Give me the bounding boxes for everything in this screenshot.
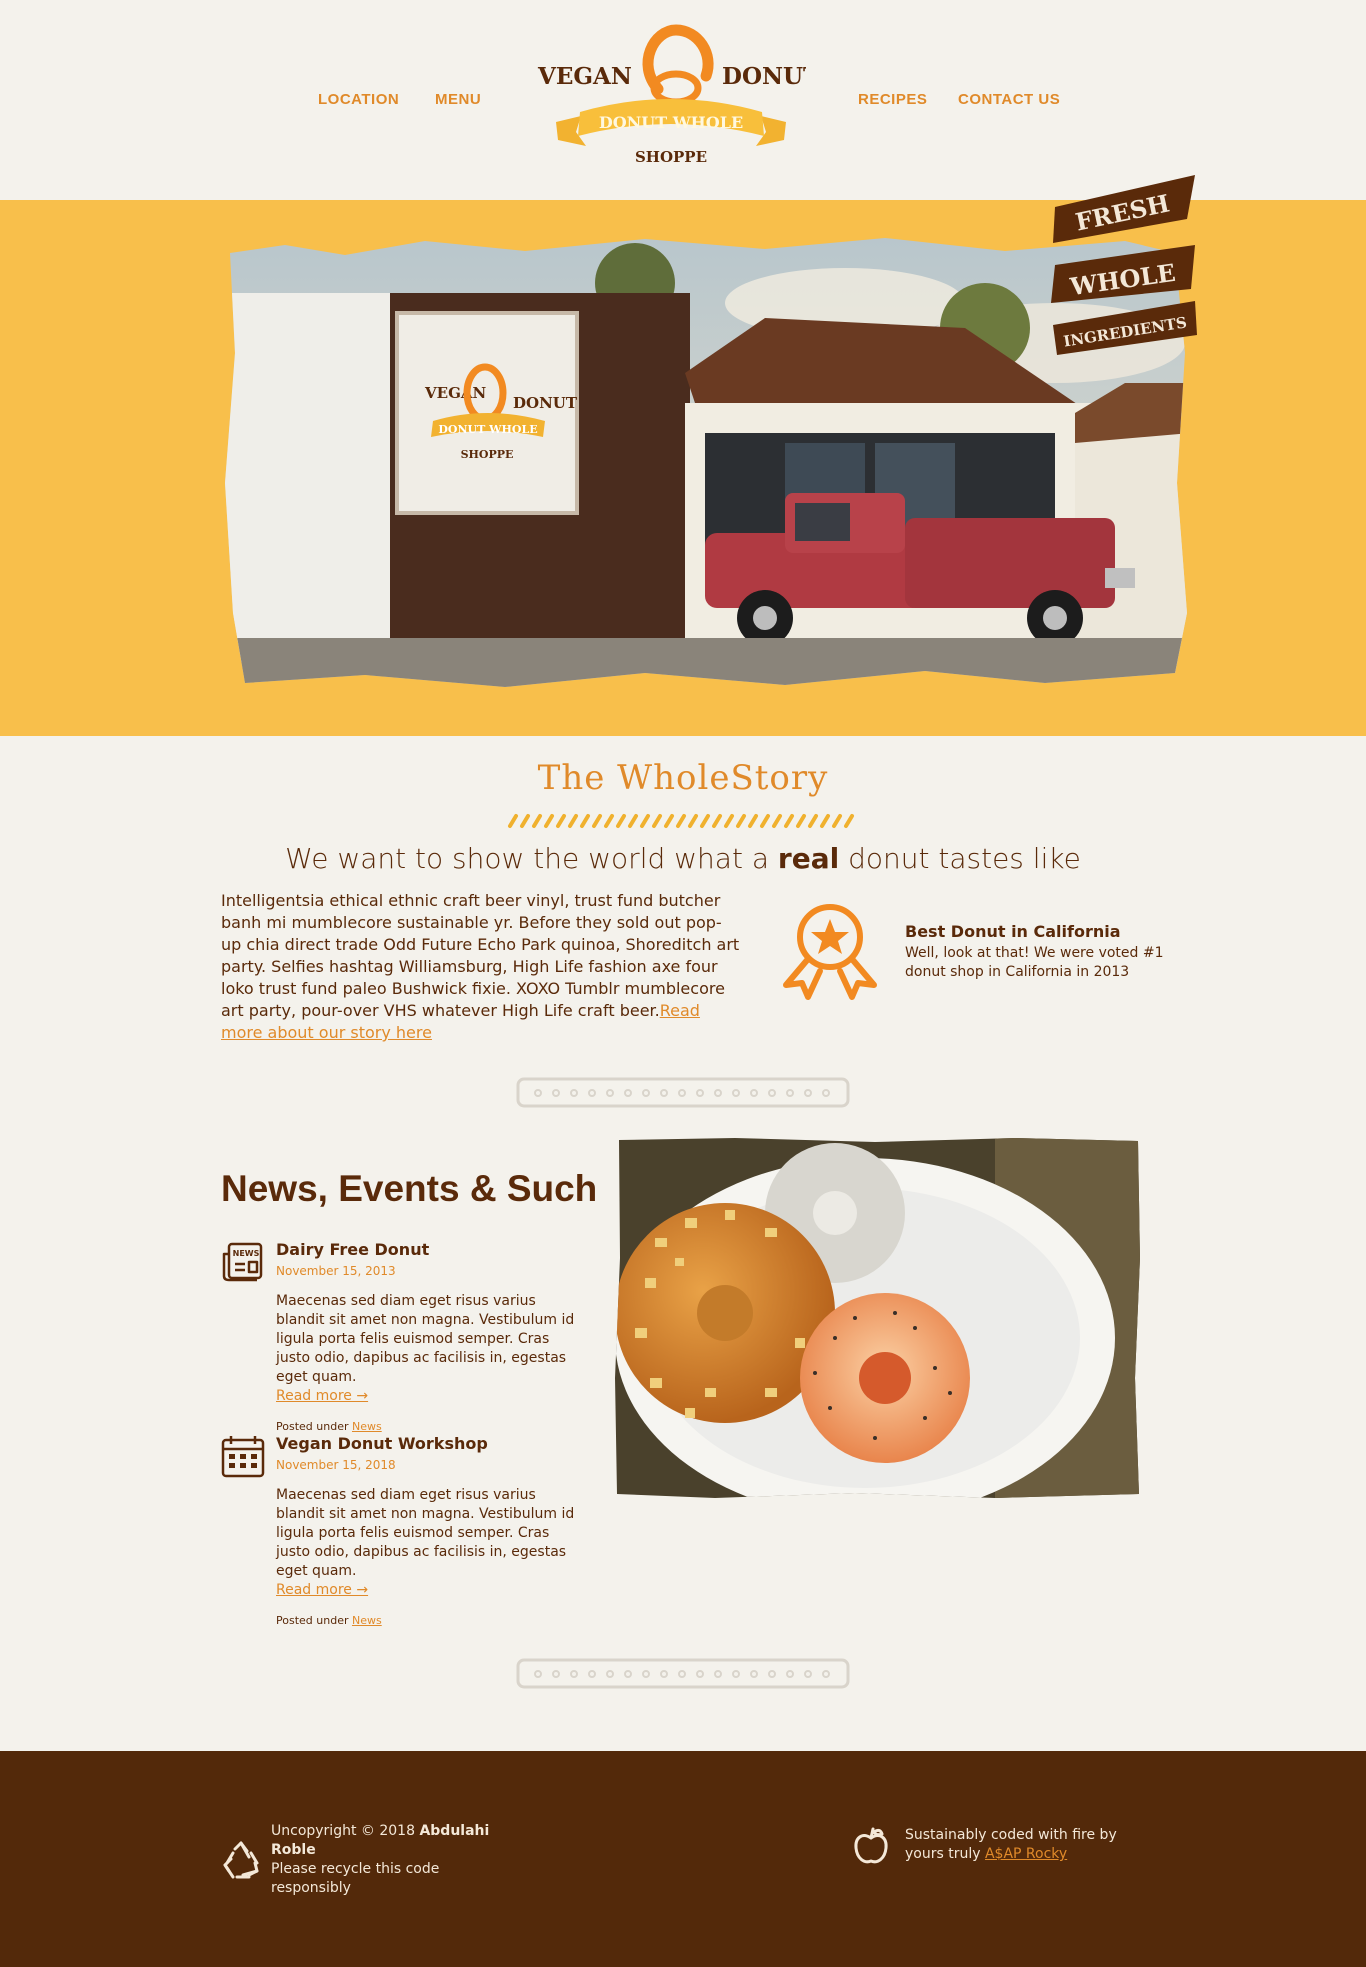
section-divider <box>516 1076 850 1110</box>
tagline-bold: real <box>777 842 840 875</box>
news-category-link[interactable]: News <box>352 1420 382 1433</box>
story-tagline: We want to show the world what a real do… <box>0 842 1366 875</box>
donuts-photo <box>615 1138 1140 1498</box>
award-title: Best Donut in California <box>905 922 1121 941</box>
site-header: LOCATION MENU VEGAN DONUT DONUT WHOLE SH… <box>0 0 1366 200</box>
copyright-text: Uncopyright © 2018 <box>271 1823 420 1839</box>
news-category-link[interactable]: News <box>352 1614 382 1627</box>
news-heading: News, Events & Such <box>221 1168 598 1209</box>
fresh-whole-ingredients-badge: FRESH WHOLE INGREDIENTS <box>1045 175 1205 375</box>
logo-vegan-text: VEGAN <box>537 63 632 90</box>
recycle-icon <box>221 1841 261 1881</box>
recycle-note: Please recycle this code responsibly <box>271 1861 440 1896</box>
news-item-read-more[interactable]: Read more → <box>276 1387 586 1406</box>
logo-donut-text: DONUT <box>722 63 806 90</box>
footer-copyright: Uncopyright © 2018 Abdulahi Roble Please… <box>271 1822 501 1898</box>
apple-icon <box>852 1826 890 1866</box>
tagline-pre: We want to show the world what a <box>285 842 778 875</box>
site-logo[interactable]: VEGAN DONUT DONUT WHOLE SHOPPE <box>536 24 820 174</box>
nav-location[interactable]: LOCATION <box>318 91 399 108</box>
award-ribbon-icon <box>772 897 888 1003</box>
calendar-icon <box>221 1434 265 1478</box>
svg-text:SHOPPE: SHOPPE <box>461 448 514 461</box>
story-title-story: Story <box>730 758 829 798</box>
news-item-body: Maecenas sed diam eget risus varius blan… <box>276 1293 575 1385</box>
credit-link[interactable]: A$AP Rocky <box>985 1846 1067 1862</box>
story-title-the: The <box>537 758 618 798</box>
award-text: Well, look at that! We were voted #1 don… <box>905 945 1164 980</box>
news-item-date: November 15, 2013 <box>276 1264 396 1278</box>
posted-label: Posted under <box>276 1420 352 1433</box>
nav-recipes[interactable]: RECIPES <box>858 91 927 108</box>
news-item-body: Maecenas sed diam eget risus varius blan… <box>276 1487 575 1579</box>
heading-underline <box>506 812 860 830</box>
story-title-whole: Whole <box>617 758 731 798</box>
news-item-posted: Posted under News <box>276 1420 586 1434</box>
footer-credit: Sustainably coded with fire by yours tru… <box>905 1826 1145 1864</box>
story-body: Intelligentsia ethical ethnic craft beer… <box>221 890 741 1044</box>
svg-text:DONUT WHOLE: DONUT WHOLE <box>438 423 537 436</box>
tagline-post: donut tastes like <box>839 842 1081 875</box>
svg-text:VEGAN: VEGAN <box>424 384 487 402</box>
news-item-posted: Posted under News <box>276 1614 586 1628</box>
news-item-title[interactable]: Vegan Donut Workshop <box>276 1434 586 1454</box>
svg-text:NEWS: NEWS <box>233 1249 260 1258</box>
site-footer: Uncopyright © 2018 Abdulahi Roble Please… <box>0 1751 1366 1967</box>
posted-label: Posted under <box>276 1614 352 1627</box>
hero-banner: VEGAN DONUT DONUT WHOLE SHOPPE FRESH WHO… <box>0 175 1366 736</box>
nav-contact[interactable]: CONTACT US <box>958 91 1060 108</box>
logo-ribbon-text: DONUT WHOLE <box>599 113 743 132</box>
newspaper-icon: NEWS <box>221 1240 265 1284</box>
section-divider <box>516 1657 850 1691</box>
nav-menu[interactable]: MENU <box>435 91 481 108</box>
news-item-title[interactable]: Dairy Free Donut <box>276 1240 586 1260</box>
news-item-read-more[interactable]: Read more → <box>276 1581 586 1600</box>
news-item-date: November 15, 2018 <box>276 1458 396 1472</box>
svg-text:DONUT: DONUT <box>513 394 578 412</box>
logo-shoppe-text: SHOPPE <box>635 148 707 166</box>
